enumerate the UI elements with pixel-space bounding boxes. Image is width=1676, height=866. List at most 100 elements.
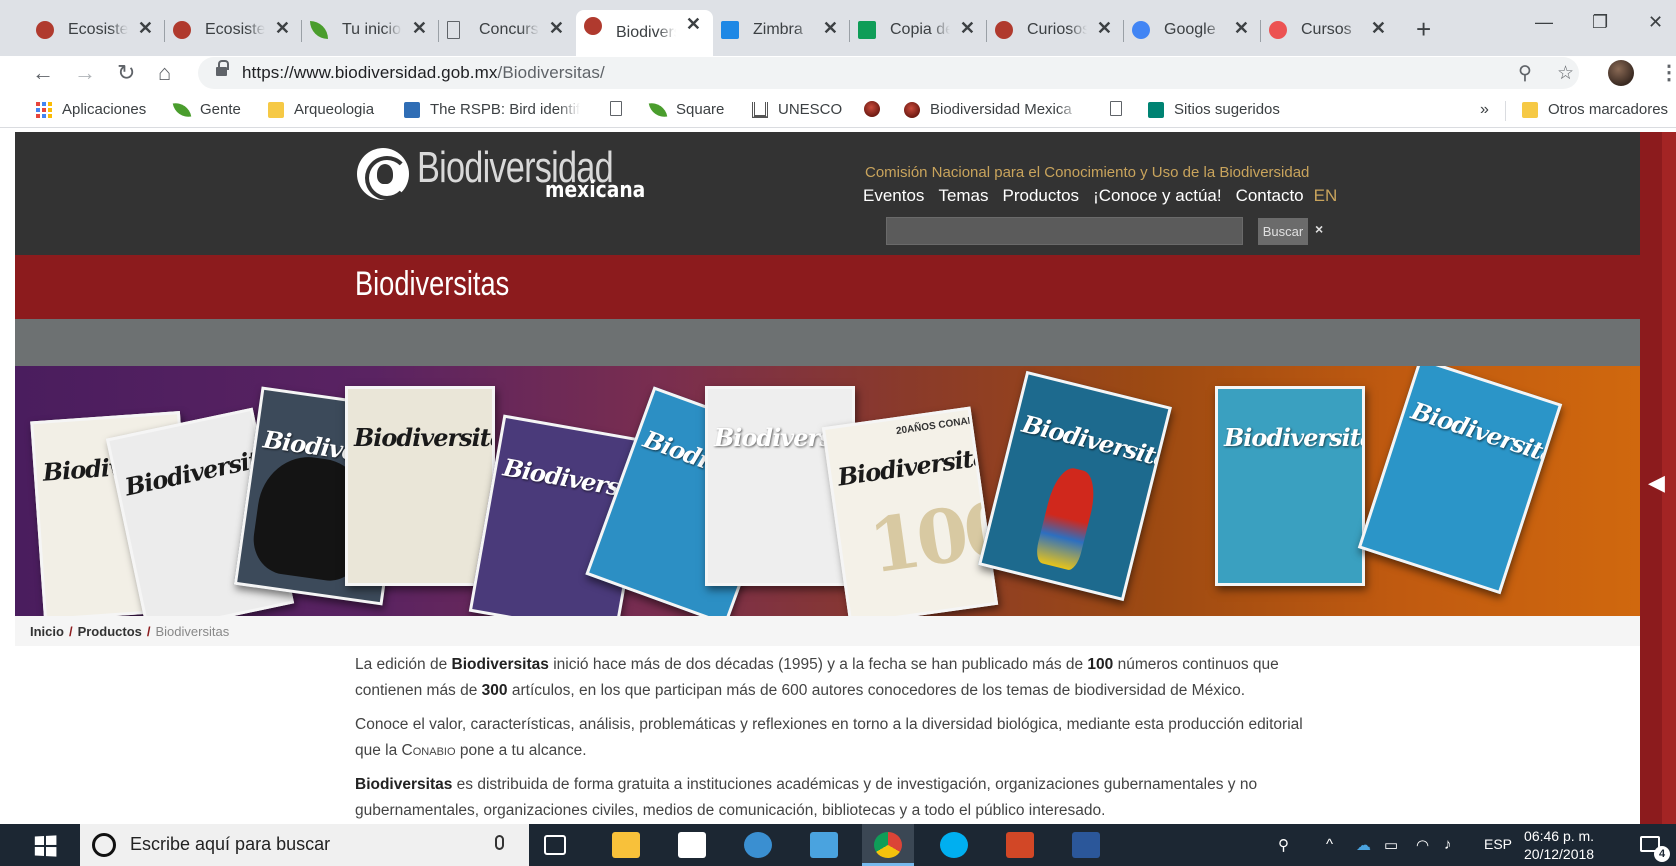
- udemy-icon: [1269, 21, 1287, 39]
- lock-icon[interactable]: [216, 60, 229, 78]
- browser-menu-icon[interactable]: ⋮: [1659, 60, 1676, 85]
- browser-tab[interactable]: Curiosos ✕: [987, 14, 1124, 46]
- language-indicator[interactable]: ESP: [1484, 836, 1512, 852]
- zoom-icon[interactable]: ⚲: [1518, 62, 1532, 85]
- windows-start-icon[interactable]: [34, 835, 57, 857]
- search-clear-icon[interactable]: ×: [1315, 221, 1323, 237]
- microphone-icon[interactable]: [495, 835, 504, 850]
- tab-separator: [1123, 20, 1124, 42]
- language-switch-en[interactable]: EN: [1314, 186, 1338, 206]
- restore-button[interactable]: ❐: [1592, 12, 1608, 33]
- leaf-icon: [172, 100, 192, 119]
- side-panel-arrow-icon[interactable]: ◀: [1648, 470, 1665, 496]
- value-paragraph: Conoce el valor, características, anális…: [355, 712, 1315, 764]
- home-icon[interactable]: ⌂: [158, 60, 171, 86]
- tab-close-icon[interactable]: ✕: [960, 18, 975, 39]
- wifi-icon[interactable]: ◠: [1416, 836, 1429, 854]
- browser-tab[interactable]: Zimbra ✕: [713, 14, 850, 46]
- back-icon[interactable]: ←: [32, 60, 54, 86]
- reload-icon[interactable]: ↻: [117, 60, 135, 86]
- tab-close-icon[interactable]: ✕: [686, 14, 701, 35]
- browser-tab[interactable]: Concursos ✕: [439, 14, 576, 46]
- forward-icon[interactable]: →: [74, 60, 96, 86]
- new-tab-button[interactable]: +: [1416, 14, 1431, 45]
- browser-tab[interactable]: Cursos ✕: [1261, 14, 1398, 46]
- bookmarks-overflow-button[interactable]: »: [1480, 101, 1489, 119]
- network-pc-icon[interactable]: [810, 832, 838, 858]
- cortana-icon[interactable]: [92, 833, 116, 857]
- nav-item[interactable]: Contacto: [1236, 186, 1304, 206]
- nav-item[interactable]: ¡Conoce y actúa!: [1093, 186, 1222, 206]
- browser-tab[interactable]: Tu inicio ✕: [302, 14, 439, 46]
- tab-close-icon[interactable]: ✕: [1234, 18, 1249, 39]
- bookmarks-divider: [1505, 101, 1506, 121]
- bookmark-item[interactable]: Biodiversidad Mexica: [904, 101, 1080, 118]
- nav-item[interactable]: Eventos: [863, 186, 924, 206]
- browser-tab[interactable]: Ecosistemas ✕: [165, 14, 302, 46]
- chrome-icon[interactable]: [874, 832, 902, 858]
- tab-close-icon[interactable]: ✕: [412, 18, 427, 39]
- browser-tab[interactable]: Biodiversitas ✕: [576, 10, 713, 56]
- bookmark-item[interactable]: Square: [648, 100, 724, 119]
- nav-item[interactable]: Temas: [938, 186, 988, 206]
- people-icon[interactable]: ⚲: [1278, 836, 1289, 854]
- search-button[interactable]: Buscar: [1258, 218, 1308, 245]
- bookmarks-bar: » Otros marcadores Aplicaciones Gente Arqu…: [0, 92, 1676, 128]
- battery-icon[interactable]: ▭: [1384, 836, 1398, 854]
- minimize-button[interactable]: —: [1535, 12, 1553, 33]
- browser-tab[interactable]: Ecosistemas ✕: [28, 14, 165, 46]
- taskbar-clock[interactable]: 06:46 p. m. 20/12/2018: [1524, 827, 1594, 863]
- tab-close-icon[interactable]: ✕: [1371, 18, 1386, 39]
- word-icon[interactable]: [1072, 832, 1100, 858]
- bookmark-item[interactable]: [610, 101, 632, 116]
- url-text[interactable]: https://www.biodiversidad.gob.mx/Biodive…: [242, 63, 605, 83]
- onedrive-icon[interactable]: ☁: [1356, 836, 1371, 854]
- browser-tab[interactable]: Copia de ✕: [850, 14, 987, 46]
- folder-icon: [1522, 101, 1538, 118]
- other-bookmarks[interactable]: Otros marcadores: [1522, 101, 1668, 118]
- bookmark-item[interactable]: Gente: [172, 100, 241, 119]
- breadcrumb-productos[interactable]: Productos: [78, 624, 142, 639]
- browser-tab[interactable]: Google ✕: [1124, 14, 1261, 46]
- magazine-cover: Biodiversitas 100 20AÑOS CONABIO: [821, 406, 999, 616]
- apps-grid-cell: [36, 101, 40, 106]
- tab-close-icon[interactable]: ✕: [275, 18, 290, 39]
- tab-title: Tu inicio: [342, 21, 401, 38]
- breadcrumb-separator: /: [68, 624, 73, 639]
- text-run: es distribuida de forma gratuita a insti…: [355, 776, 1258, 819]
- apps-grid-icon: [36, 101, 52, 118]
- powerpoint-icon[interactable]: [1006, 832, 1034, 858]
- app-globe-icon[interactable]: [744, 832, 772, 858]
- close-window-button[interactable]: ✕: [1648, 12, 1663, 33]
- nav-item[interactable]: Productos: [1003, 186, 1080, 206]
- task-view-icon[interactable]: [544, 835, 566, 855]
- tab-close-icon[interactable]: ✕: [1097, 18, 1112, 39]
- conabio-logo-icon: [357, 148, 409, 200]
- bookmark-item[interactable]: The RSPB: Bird identif: [404, 101, 580, 118]
- bookmark-item[interactable]: Aplicaciones: [36, 101, 146, 118]
- show-hidden-icons[interactable]: ^: [1326, 836, 1333, 853]
- text-run: artículos, en los que participan más de …: [507, 682, 1246, 699]
- file-explorer-icon[interactable]: [612, 832, 640, 858]
- bookmark-item[interactable]: [864, 101, 890, 117]
- bookmark-item[interactable]: UNESCO: [752, 101, 842, 118]
- address-bar[interactable]: https://www.biodiversidad.gob.mx/Biodive…: [198, 57, 1579, 89]
- text-run: inició hace más de dos décadas (1995) y …: [548, 656, 1088, 673]
- bookmark-item[interactable]: Sitios sugeridos: [1148, 101, 1280, 118]
- site-search-input[interactable]: [886, 217, 1243, 245]
- store-icon[interactable]: [678, 832, 706, 858]
- org-name[interactable]: Comisión Nacional para el Conocimiento y…: [865, 164, 1309, 181]
- tab-close-icon[interactable]: ✕: [549, 18, 564, 39]
- start-pane: [34, 836, 45, 846]
- tab-close-icon[interactable]: ✕: [138, 18, 153, 39]
- taskbar-search-box[interactable]: Escribe aquí para buscar: [80, 824, 529, 866]
- bookmark-star-icon[interactable]: ☆: [1557, 62, 1574, 85]
- volume-icon[interactable]: ♪: [1444, 836, 1452, 853]
- bookmark-item[interactable]: [1110, 101, 1132, 116]
- breadcrumb-home[interactable]: Inicio: [30, 624, 64, 639]
- profile-avatar[interactable]: [1608, 60, 1634, 86]
- skype-icon[interactable]: [940, 832, 968, 858]
- site-logo[interactable]: Biodiversidad mexicana: [357, 146, 668, 206]
- tab-close-icon[interactable]: ✕: [823, 18, 838, 39]
- bookmark-item[interactable]: Arqueologia: [268, 101, 374, 118]
